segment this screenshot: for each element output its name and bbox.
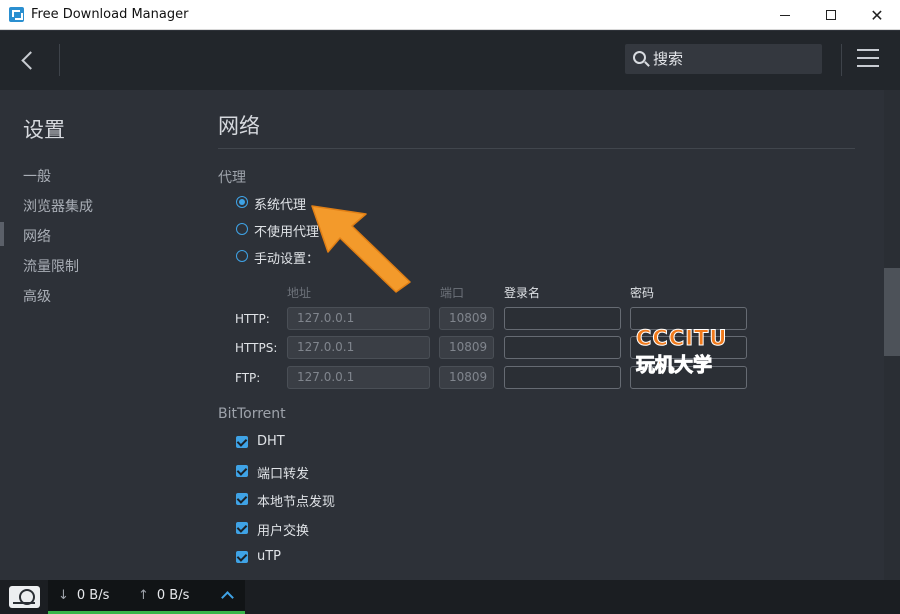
toolbar-divider — [841, 44, 842, 76]
title-bar: Free Download Manager ✕ — [0, 0, 900, 30]
scrollbar-thumb[interactable] — [884, 268, 900, 356]
sidebar-item-traffic-limits[interactable]: 流量限制 — [23, 256, 79, 276]
radio-no-proxy[interactable] — [236, 223, 248, 235]
radio-manual-proxy[interactable] — [236, 250, 248, 262]
ftp-port-field[interactable]: 10809 — [439, 366, 494, 389]
ftp-address-field[interactable]: 127.0.0.1 — [287, 366, 430, 389]
chevron-up-icon[interactable] — [220, 588, 234, 602]
checkbox-port-forwarding[interactable] — [236, 465, 248, 477]
https-port-field[interactable]: 10809 — [439, 336, 494, 359]
minimize-icon — [780, 14, 790, 16]
close-icon: ✕ — [870, 5, 884, 25]
sidebar-item-advanced[interactable]: 高级 — [23, 286, 51, 306]
upload-speed-value: 0 B/s — [156, 588, 190, 603]
row-ftp-label: FTP: — [235, 371, 261, 385]
https-username-field[interactable] — [504, 336, 621, 359]
bittorrent-section-label: BitTorrent — [218, 406, 286, 422]
download-arrow-icon: ↓ — [58, 588, 69, 603]
radio-no-proxy-label[interactable]: 不使用代理 — [254, 221, 319, 240]
maximize-button[interactable] — [808, 0, 854, 30]
checkbox-utp[interactable] — [236, 551, 248, 563]
window-title: Free Download Manager — [31, 7, 189, 22]
search-box[interactable] — [625, 44, 822, 74]
http-password-field[interactable] — [630, 307, 747, 330]
radio-manual-proxy-label[interactable]: 手动设置： — [254, 248, 319, 267]
checkbox-peer-exchange[interactable] — [236, 522, 248, 534]
search-icon — [633, 51, 646, 64]
page-title: 网络 — [218, 114, 260, 138]
checkbox-utp-label[interactable]: uTP — [257, 549, 281, 564]
sidebar-active-indicator — [0, 222, 4, 246]
search-input[interactable] — [653, 49, 813, 69]
https-address-field[interactable]: 127.0.0.1 — [287, 336, 430, 359]
download-speed: ↓ 0 B/s — [58, 588, 109, 603]
download-speed-value: 0 B/s — [76, 588, 110, 603]
ftp-username-field[interactable] — [504, 366, 621, 389]
upload-speed: ↑ 0 B/s — [138, 588, 189, 603]
close-button[interactable]: ✕ — [854, 0, 900, 30]
toolbar — [0, 31, 900, 90]
https-password-field[interactable] — [630, 336, 747, 359]
checkbox-dht-label[interactable]: DHT — [257, 434, 285, 449]
checkbox-local-peer-discovery[interactable] — [236, 493, 248, 505]
hamburger-menu-button[interactable] — [857, 49, 879, 69]
http-port-field[interactable]: 10809 — [439, 307, 494, 330]
maximize-icon — [826, 10, 836, 20]
speed-panel[interactable]: ↓ 0 B/s ↑ 0 B/s — [48, 580, 245, 614]
back-button[interactable] — [14, 47, 42, 75]
column-password: 密码 — [630, 286, 655, 300]
column-address: 地址 — [287, 286, 312, 300]
snail-speed-mode-icon[interactable] — [9, 586, 40, 608]
title-divider — [218, 148, 855, 149]
app-logo-icon — [9, 7, 24, 22]
radio-system-proxy[interactable] — [236, 196, 248, 208]
settings-title: 设置 — [23, 118, 65, 142]
proxy-section-label: 代理 — [218, 170, 246, 186]
ftp-password-field[interactable] — [630, 366, 747, 389]
http-address-field[interactable]: 127.0.0.1 — [287, 307, 430, 330]
sidebar-item-general[interactable]: 一般 — [23, 166, 51, 186]
toolbar-divider — [59, 44, 60, 76]
checkbox-local-peer-discovery-label[interactable]: 本地节点发现 — [257, 491, 335, 510]
checkbox-port-forwarding-label[interactable]: 端口转发 — [257, 463, 309, 482]
upload-arrow-icon: ↑ — [138, 588, 149, 603]
sidebar-item-network[interactable]: 网络 — [23, 226, 51, 246]
column-username: 登录名 — [504, 286, 541, 300]
checkbox-peer-exchange-label[interactable]: 用户交换 — [257, 520, 309, 539]
checkbox-dht[interactable] — [236, 436, 248, 448]
sidebar-item-browser-integration[interactable]: 浏览器集成 — [23, 196, 93, 216]
radio-system-proxy-label[interactable]: 系统代理 — [254, 194, 306, 213]
http-username-field[interactable] — [504, 307, 621, 330]
row-https-label: HTTPS: — [235, 341, 278, 355]
minimize-button[interactable] — [762, 0, 808, 30]
row-http-label: HTTP: — [235, 312, 270, 326]
column-port: 端口 — [440, 286, 465, 300]
hamburger-menu-icon — [857, 49, 879, 51]
